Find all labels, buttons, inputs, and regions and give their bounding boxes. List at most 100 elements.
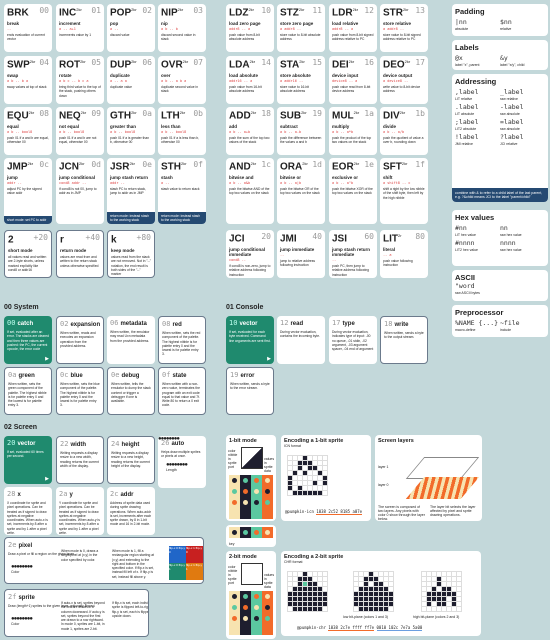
opcode-card-jmp[interactable]: JMP2kr 0c jump addr -- adjust PC by the sign…	[4, 158, 52, 224]
opcode-text: all values read and written are 2-byte s…	[8, 255, 47, 272]
port-02-expansion[interactable]: 02 expansion When written, reads and execu…	[56, 316, 104, 364]
color-tile	[262, 486, 273, 497]
opcode-card-sub[interactable]: SUB2kr 19 subtract a b -- a-b push the diffe…	[277, 107, 325, 155]
port-00-catch[interactable]: 00 catch If set, evaluated after an error.…	[4, 316, 52, 364]
opcode-description: bitwise and	[229, 175, 254, 181]
opcode-card-and[interactable]: AND2kr 1c bitwise and a b -- a&b push the bi…	[226, 158, 274, 224]
mode-footnote: return mode: instead stash to the workin…	[107, 212, 155, 224]
opcode-card-jci[interactable]: JCI 20 jump conditional immediate cond8 -- i…	[226, 230, 274, 278]
opcode-card-k[interactable]: k +80 keep mode values read from the stack …	[107, 230, 155, 278]
opcode-card-2[interactable]: 2 +20 short mode all values read and writte…	[4, 230, 52, 278]
dot	[265, 489, 270, 494]
syntax-item: @x label "x", parent	[455, 54, 500, 67]
port-description: Helps draw multiple sprites or pixels at…	[161, 450, 201, 459]
opcode-description: load relative	[332, 21, 359, 27]
port-17-type[interactable]: 17 type During vector evaluation, indicate…	[329, 316, 377, 364]
port-0e-debug[interactable]: 0e debug When written, tells the emulator …	[107, 367, 155, 415]
opcode-card-lth[interactable]: LTH2kr 0b less than a b -- bool8 push 01 if …	[158, 107, 206, 155]
port-2e-pixel[interactable]: 2e pixel Draw a pixel or fill a region on …	[4, 537, 204, 584]
port-name: write	[394, 322, 409, 328]
opcode-card-ldr[interactable]: LDR2kr 12 load relative addr8 -- a push valu…	[329, 4, 377, 52]
port-2f-sprite[interactable]: 2f sprite Draw (length+1) sprites to the g…	[4, 589, 149, 637]
opcode-card-jsi[interactable]: JSI 60 jump stash return immediate -- push P…	[329, 230, 377, 278]
opcode-card-equ[interactable]: EQU2kr 08 equal a b -- bool8 push 01 if a an…	[4, 107, 52, 155]
syntax-label: macro-define	[455, 328, 476, 332]
flip-quadrant: flip-x 0 flip-y 1	[169, 563, 186, 580]
padding-panel: Padding |nn absolute $nn relative	[452, 4, 548, 36]
opcode-card-lit[interactable]: LIT2r 80 literal -- a push value following i…	[380, 230, 428, 278]
port-address: 2f	[8, 593, 17, 601]
opcode-text: push the sum of the top two values of th…	[229, 136, 270, 145]
port-28-x[interactable]: 28 x X coordinate for sprite and pixel ope…	[4, 487, 52, 535]
opcode-card-div[interactable]: DIV2kr 1b divide a b -- a/b push the quotien…	[380, 107, 428, 155]
opcode-card-jmi[interactable]: JMI 40 jump immediate -- jump to relative ad…	[277, 230, 325, 278]
opcode-mnemonic: JSI	[332, 233, 348, 245]
opcode-card-eor[interactable]: EOR2kr 1e exclusive or a b -- a^b push the b…	[329, 158, 377, 224]
opcode-card-sta[interactable]: STA2kr 15 store absolute a addr16 -- store v…	[277, 56, 325, 104]
opcode-card-sft[interactable]: SFT2kr 1f shift a shift8 -- c shift a right …	[380, 158, 428, 224]
opcode-card-inc[interactable]: INC2kr 01 increment a -- a+1 increments valu…	[56, 4, 104, 52]
opcode-card-dup[interactable]: DUP2kr 06 duplicate a -- a a duplicate value	[107, 56, 155, 104]
opcode-card-ovr[interactable]: OVR2kr 07 over a b -- a b a duplicate second…	[158, 56, 206, 104]
opcode-mnemonic: ADD	[229, 110, 251, 122]
opcode-description: swap	[7, 73, 19, 79]
port-description: Writing requests a display resize to a n…	[111, 451, 150, 468]
port-22-width[interactable]: 22 width Writing requests a display resize…	[56, 436, 104, 484]
opcode-card-gth[interactable]: GTH2kr 0a greater than a b -- bool8 push 01 …	[107, 107, 155, 155]
opcode-card-dei[interactable]: DEI2kr 16 device input device8 -- a push val…	[329, 56, 377, 104]
stack-effect: device8 -- a	[332, 79, 358, 84]
color-tile	[240, 613, 251, 624]
opcode-card-r[interactable]: r +40 return mode values are read from and …	[56, 230, 104, 278]
opcode-modes: 2kr	[301, 110, 307, 115]
port-12-read[interactable]: 12 read During vector evaluation, contains…	[277, 316, 325, 364]
opcode-text: if cond8 is not 00, jump to addr as in J…	[59, 187, 97, 196]
opcode-card-ora[interactable]: ORA2kr 1d bitwise or a b -- a|b push the bit…	[277, 158, 325, 224]
opcode-hex: +40	[85, 233, 100, 242]
opcode-card-ldz[interactable]: LDZ2kr 10 load zero page addr8 -- a push val…	[226, 4, 274, 52]
port-address: 19	[230, 371, 239, 379]
opcode-card-nip[interactable]: NIP2kr 03 nip a b -- b discard second value …	[158, 4, 206, 52]
opcode-description: exclusive or	[332, 175, 359, 181]
port-20-vector[interactable]: 20 vector If set, evaluated 60 times per s…	[4, 436, 52, 484]
color-tile	[251, 527, 262, 538]
port-0f-state[interactable]: 0f state When written with a non-zero valu…	[158, 367, 206, 415]
opcode-text: ends evaluation of current vector	[7, 33, 45, 42]
port-06-metadata[interactable]: 06 metadata When written, the emulator may…	[107, 316, 155, 364]
label-name: @pumpkin-icn	[285, 509, 314, 514]
encode-2bit-panel: Encoding a 2-bit sprite CHR format low bit…	[281, 551, 481, 636]
opcode-card-neq[interactable]: NEQ2kr 09 not equal a b -- bool8 push 01 if …	[56, 107, 104, 155]
port-18-write[interactable]: 18 write When written, sends a byte to the…	[380, 316, 428, 364]
mode-footnote: return mode: instead stash to the workin…	[158, 212, 206, 224]
opcode-card-lda[interactable]: LDA2kr 14 load absolute addr16 -- a push val…	[226, 56, 274, 104]
port-0a-green[interactable]: 0a green When written, sets the green comp…	[4, 367, 52, 415]
dot	[265, 530, 270, 535]
opcode-card-pop[interactable]: POP2kr 02 pop a -- discard value	[107, 4, 155, 52]
port-08-red[interactable]: 08 red When written, sets the red componen…	[158, 316, 206, 364]
opcode-card-swp[interactable]: SWP2kr 04 swap a b -- b a swap values at top…	[4, 56, 52, 104]
opcode-card-deo[interactable]: DEO2kr 17 device output a device8 -- write v…	[380, 56, 428, 104]
port-2a-y[interactable]: 2a y Y coordinate for sprite and pixel ope…	[56, 487, 104, 535]
port-19-error[interactable]: 19 error When written, sends a byte to the…	[226, 367, 274, 415]
port-description: When written, sends a byte to the error …	[230, 382, 270, 391]
opcode-hex: 10	[261, 6, 271, 15]
port-description: When written, sets the red component of …	[162, 331, 201, 357]
dot	[254, 478, 259, 483]
port-2c-addr[interactable]: 2c addr Address of sprite data used during…	[107, 487, 155, 535]
dot	[243, 478, 248, 483]
port-24-height[interactable]: 24 height Writing requests a display resiz…	[107, 436, 155, 484]
opcode-card-stz[interactable]: STZ2kr 11 store zero page a addr8 -- store v…	[277, 4, 325, 52]
color-tile	[262, 602, 273, 613]
port-26-auto[interactable]: 26 auto Helps draw multiple sprites or pix…	[158, 436, 206, 488]
opcode-card-mul[interactable]: MUL2kr 1a multiply a b -- a*b push the produ…	[329, 107, 377, 155]
opcode-card-str[interactable]: STR2kr 13 store relative a addr8 -- store va…	[380, 4, 428, 52]
opcode-card-brk[interactable]: BRK 00 break -- ends evaluation of current v…	[4, 4, 52, 52]
sprite-1bit-grid	[287, 455, 328, 496]
port-0c-blue[interactable]: 0c blue When written, sets the blue compon…	[56, 367, 104, 415]
opcode-card-rot[interactable]: ROT2kr 05 rotate a b c -- b c a bring third …	[56, 56, 104, 104]
opcode-card-sth[interactable]: STH2kr 0f stash a -- stash value to return s…	[158, 158, 206, 224]
opcode-card-jsr[interactable]: JSR2kr 0e jump stash return addr -- stash PC…	[107, 158, 155, 224]
opcode-card-add[interactable]: ADD2kr 18 add a b -- a+b push the sum of the…	[226, 107, 274, 155]
opcode-text: if cond8 is non-zero, jump to relative a…	[229, 264, 271, 277]
port-10-vector[interactable]: 10 vector If set, evaluated for each byte …	[226, 316, 274, 364]
opcode-card-jcn[interactable]: JCN2kr 0d jump conditional cond8 addr -- if …	[56, 158, 104, 224]
